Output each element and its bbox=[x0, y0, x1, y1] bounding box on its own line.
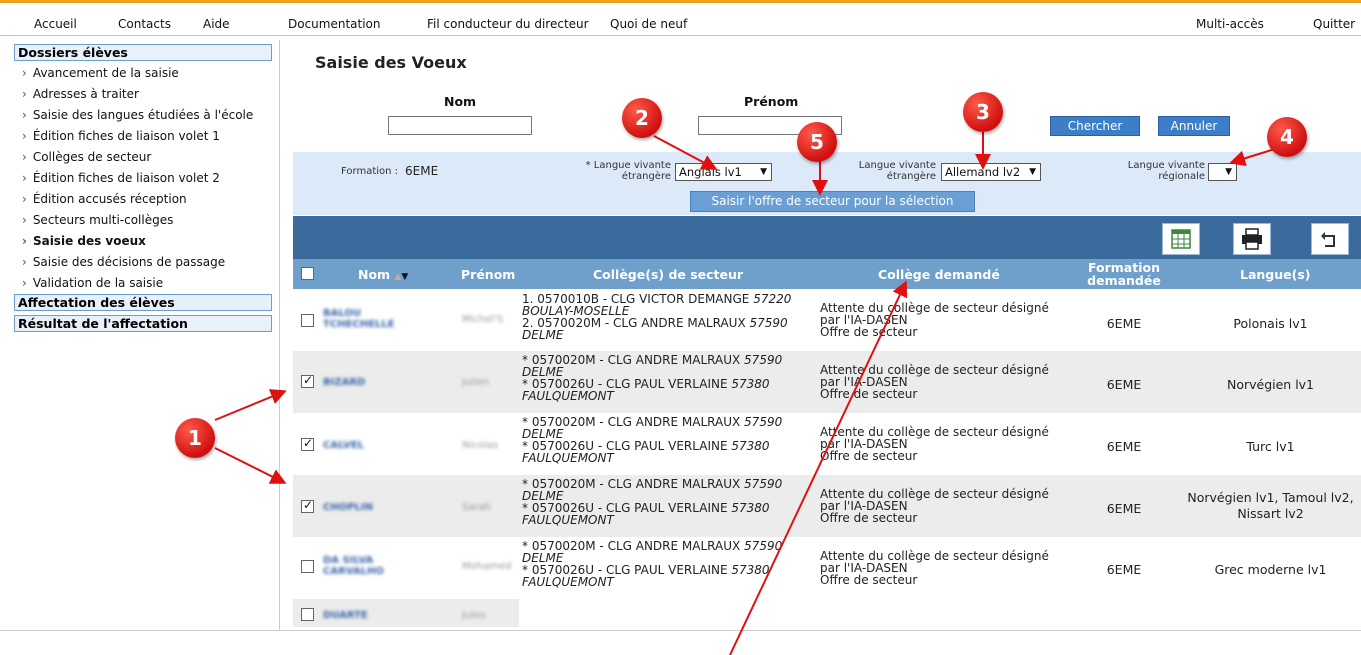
annotation-marker-2: 2 bbox=[622, 98, 662, 138]
arrow-1b bbox=[214, 447, 287, 484]
annotation-arrows bbox=[214, 132, 1279, 655]
annotation-marker-5: 5 bbox=[797, 122, 837, 162]
arrow-1a bbox=[214, 389, 287, 421]
annotation-marker-3: 3 bbox=[963, 92, 1003, 132]
arrow-2 bbox=[653, 135, 718, 170]
arrow-college-demande bbox=[729, 280, 908, 655]
annotation-marker-1: 1 bbox=[175, 418, 215, 458]
annotation-marker-4: 4 bbox=[1267, 117, 1307, 157]
